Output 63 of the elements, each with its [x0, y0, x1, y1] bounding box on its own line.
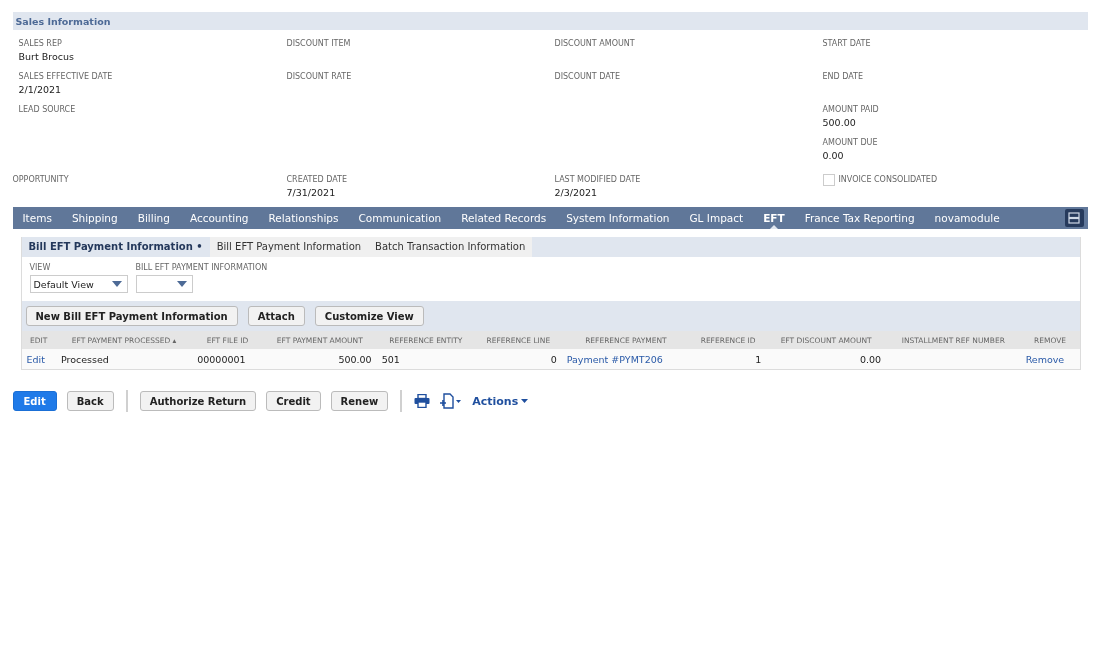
action-button[interactable]: Renew [330, 391, 389, 411]
caret-icon[interactable] [521, 399, 529, 403]
filter-label: VIEW [29, 262, 52, 274]
field-label: LEAD SOURCE [18, 104, 77, 116]
tab[interactable]: Shipping [71, 207, 118, 229]
field-label: DISCOUNT ITEM [286, 38, 352, 50]
field-value: Burt Brocus [18, 50, 75, 63]
print-icon[interactable] [414, 394, 431, 408]
new-document-icon[interactable] [440, 393, 463, 409]
tab[interactable]: Related Records [461, 207, 547, 229]
table-cell: 500.00 [338, 353, 372, 365]
tab[interactable]: GL Impact [689, 207, 744, 229]
table-cell: 501 [381, 353, 400, 365]
action-button[interactable]: Credit [266, 391, 321, 411]
field-label: END DATE [822, 71, 865, 83]
table-cell: 0 [550, 353, 557, 365]
field-label: LAST MODIFIED DATE [554, 174, 642, 186]
field-label: DISCOUNT DATE [554, 71, 622, 83]
field-label: OPPORTUNITY [12, 174, 70, 186]
action-button[interactable]: Back [66, 391, 114, 411]
dropdown[interactable]: Default View [29, 275, 128, 293]
tab[interactable]: France Tax Reporting [804, 207, 915, 229]
menu-icon[interactable] [1064, 209, 1084, 227]
field-label: SALES REP [18, 38, 63, 50]
dropdown[interactable] [135, 275, 193, 293]
table-cell: 1 [755, 353, 762, 365]
list-button[interactable]: Customize View [314, 306, 424, 326]
caret-icon[interactable] [176, 281, 187, 287]
field-label: CREATED DATE [286, 174, 348, 186]
checkbox-label: INVOICE CONSOLIDATED [838, 174, 938, 186]
field-value: 2/1/2021 [18, 83, 63, 96]
field-value: 0.00 [822, 149, 845, 162]
tab[interactable]: Billing [137, 207, 170, 229]
field-label: AMOUNT DUE [822, 137, 879, 149]
action-button[interactable]: Authorize Return [139, 391, 257, 411]
tab[interactable]: System Information [566, 207, 670, 229]
tab[interactable]: EFT [763, 207, 785, 229]
table-cell: Processed [60, 353, 109, 365]
edit-button[interactable]: Edit [12, 391, 57, 411]
list-button[interactable]: Attach [247, 306, 305, 326]
field-label: DISCOUNT RATE [286, 71, 353, 83]
tab[interactable]: Items [22, 207, 52, 229]
filter-label: BILL EFT PAYMENT INFORMATION [135, 262, 268, 274]
field-label: AMOUNT PAID [822, 104, 880, 116]
caret-icon[interactable] [111, 281, 122, 287]
tab[interactable]: Communication [358, 207, 442, 229]
field-label: START DATE [822, 38, 872, 50]
checkbox[interactable] [822, 174, 835, 186]
tab[interactable]: novamodule [934, 207, 1000, 229]
subtab[interactable]: Batch Transaction Information [368, 237, 533, 257]
table-cell: 00000001 [197, 353, 246, 365]
field-value: 500.00 [822, 116, 857, 129]
tab[interactable]: Relationships [268, 207, 339, 229]
field-value: 2/3/2021 [554, 186, 599, 199]
field-label: DISCOUNT AMOUNT [554, 38, 636, 50]
section-title: Sales Information [15, 15, 111, 27]
table-cell: 0.00 [859, 353, 882, 365]
actions-menu[interactable]: Actions [472, 394, 529, 408]
field-value: 7/31/2021 [286, 186, 337, 199]
list-button[interactable]: New Bill EFT Payment Information [25, 306, 238, 326]
subtab[interactable]: Bill EFT Payment Information [209, 237, 369, 257]
tab[interactable]: Accounting [189, 207, 249, 229]
field-label: SALES EFFECTIVE DATE [18, 71, 114, 83]
